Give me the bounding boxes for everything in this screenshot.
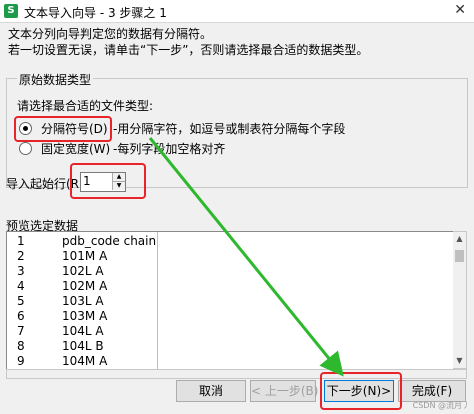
preview-horizontal-scrollbar[interactable] <box>6 369 467 379</box>
original-type-group: 原始数据类型 请选择最合适的文件类型: 分隔符号(D) -用分隔字符，如逗号或制… <box>6 71 468 188</box>
scroll-up-icon[interactable]: ▲ <box>453 232 466 246</box>
finish-button[interactable]: 完成(F) <box>398 380 466 402</box>
fixed-width-label[interactable]: 固定宽度(W) <box>41 140 110 157</box>
spin-down-icon[interactable]: ▼ <box>112 182 125 190</box>
delimited-description: -用分隔字符，如逗号或制表符分隔每个字段 <box>113 122 346 136</box>
preview-column-divider <box>157 232 158 370</box>
close-icon[interactable]: ✕ <box>454 2 466 18</box>
description-line-1: 文本分列向导判定您的数据有分隔符。 <box>8 27 213 41</box>
window-title: 文本导入向导 - 3 步骤之 1 <box>24 6 167 20</box>
spin-up-icon[interactable]: ▲ <box>112 173 125 182</box>
delimited-label[interactable]: 分隔符号(D) <box>41 120 108 137</box>
preview-vertical-scrollbar[interactable]: ▲ ▼ <box>453 231 467 369</box>
scroll-down-icon[interactable]: ▼ <box>453 354 466 368</box>
start-row-stepper[interactable]: ▲ ▼ <box>80 172 126 192</box>
preview-pane[interactable]: 1 pdb_code chain 2 101M A 3 102L A 4 102M A … <box>6 231 455 371</box>
cancel-button[interactable]: 取消 <box>176 380 246 402</box>
group-title: 原始数据类型 <box>17 71 94 88</box>
start-row-input[interactable] <box>83 174 109 188</box>
app-logo-icon: S <box>4 4 18 18</box>
radio-delimited[interactable] <box>19 122 32 135</box>
description-line-2: 若一切设置无误，请单击“下一步”，否则请选择最合适的数据类型。 <box>8 43 369 57</box>
scroll-thumb[interactable] <box>455 250 464 262</box>
next-button[interactable]: 下一步(N)> <box>324 380 394 402</box>
start-row-label: 导入起始行(R): <box>6 177 88 191</box>
radio-fixed-width[interactable] <box>19 142 32 155</box>
back-button[interactable]: < 上一步(B) <box>250 380 318 402</box>
fixed-width-description: -每列字段加空格对齐 <box>113 142 226 156</box>
watermark: CSDN @流月丿 <box>412 401 470 410</box>
file-type-prompt: 请选择最合适的文件类型: <box>17 99 154 113</box>
title-bar: S 文本导入向导 - 3 步骤之 1 ✕ <box>0 0 474 23</box>
